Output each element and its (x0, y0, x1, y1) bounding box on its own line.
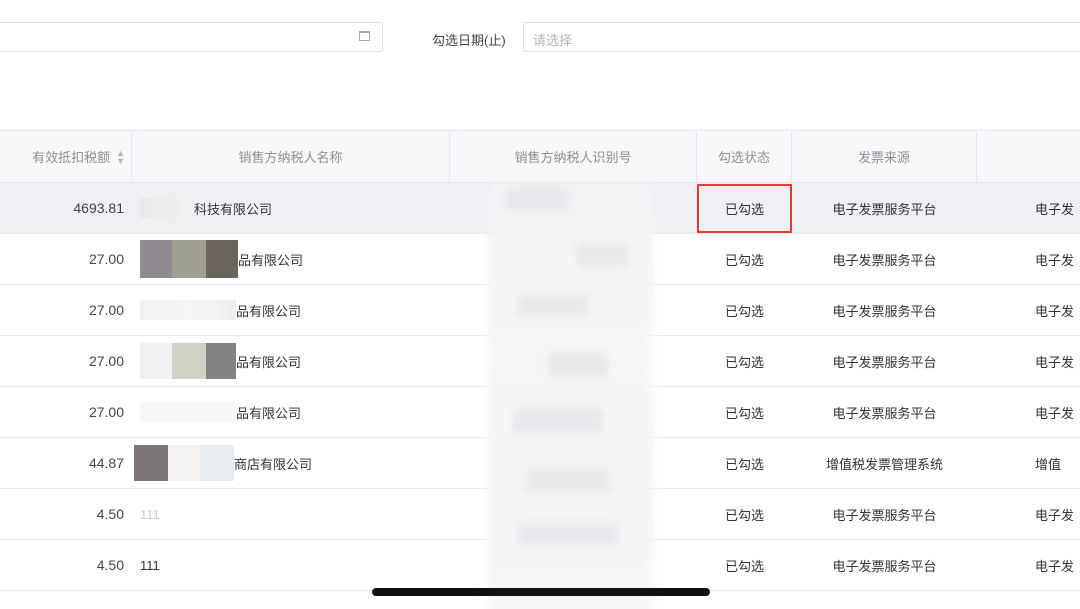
redacted-block (200, 445, 234, 481)
row-amount: 27.00 (88, 251, 124, 267)
row-extra: 电子发 (1035, 252, 1075, 268)
header-seller-name: 销售方纳税人名称 (132, 131, 450, 182)
row-extra: 电子发 (1035, 201, 1075, 217)
row-source: 电子发票服务平台 (832, 354, 937, 370)
row-source: 电子发票服务平台 (832, 558, 937, 574)
row-extra: 电子发 (1035, 405, 1075, 421)
row-seller-name: 111 (132, 489, 450, 539)
redacted-block (140, 198, 194, 218)
row-status: 已勾选 (724, 405, 764, 421)
row-source: 电子发票服务平台 (832, 252, 937, 268)
header-seller-id: 销售方纳税人识别号 (450, 131, 697, 182)
seller-name-text: 品有限公司 (236, 303, 302, 319)
seller-name-text: 品有限公司 (236, 354, 302, 370)
row-seller-name: 品有限公司 (132, 285, 450, 335)
redacted-block (140, 402, 236, 422)
invoice-table: 有效抵扣税额 ▲ ▼ 销售方纳税人名称 销售方纳税人识别号 勾选状态 发票来源 4… (0, 130, 1080, 609)
row-source: 电子发票服务平台 (832, 405, 937, 421)
row-status: 已勾选 (724, 558, 764, 574)
row-status: 已勾选 (724, 507, 764, 523)
header-source-label: 发票来源 (857, 150, 910, 165)
redacted-block (172, 240, 206, 278)
seller-name-text: 科技有限公司 (194, 201, 273, 217)
row-status: 已勾选 (724, 456, 764, 472)
row-source: 电子发票服务平台 (832, 303, 937, 319)
row-seller-name: 111 (132, 540, 450, 590)
redacted-seller-id-mosaic (488, 183, 653, 609)
header-next-column (977, 131, 1080, 182)
row-amount: 27.00 (88, 302, 124, 318)
row-extra: 电子发 (1035, 558, 1075, 574)
check-date-end-placeholder: 请选择 (533, 33, 573, 48)
check-date-end-label: 勾选日期(止) (432, 33, 506, 48)
row-extra: 电子发 (1035, 354, 1075, 370)
header-amount-label: 有效抵扣税额 (32, 150, 111, 165)
row-source: 电子发票服务平台 (832, 201, 937, 217)
row-seller-name: 科技有限公司 (132, 183, 450, 233)
redacted-block (172, 343, 206, 379)
row-amount: 27.00 (88, 353, 124, 369)
calendar-icon[interactable] (359, 31, 370, 41)
row-status: 已勾选 (724, 252, 764, 268)
row-amount: 4.50 (96, 506, 124, 522)
row-seller-name: 品有限公司 (132, 387, 450, 437)
row-extra: 电子发 (1035, 303, 1075, 319)
header-seller-id-label: 销售方纳税人识别号 (514, 150, 632, 165)
redacted-block (134, 445, 168, 481)
header-amount[interactable]: 有效抵扣税额 ▲ ▼ (0, 131, 132, 182)
check-date-end-select[interactable]: 请选择 (523, 22, 1080, 52)
row-seller-name: 品有限公司 (132, 234, 450, 284)
redacted-block (140, 300, 236, 320)
redacted-block (206, 240, 238, 278)
header-status-label: 勾选状态 (717, 150, 770, 165)
row-status: 已勾选 (724, 303, 764, 319)
row-amount: 4693.81 (73, 200, 124, 216)
row-extra: 电子发 (1035, 507, 1075, 523)
seller-name-text: 品有限公司 (238, 252, 304, 268)
row-source: 增值税发票管理系统 (825, 456, 943, 472)
header-seller-name-label: 销售方纳税人名称 (238, 150, 343, 165)
table-header: 有效抵扣税额 ▲ ▼ 销售方纳税人名称 销售方纳税人识别号 勾选状态 发票来源 (0, 131, 1080, 183)
row-status: 已勾选 (724, 354, 764, 370)
home-indicator[interactable] (372, 588, 710, 596)
header-source: 发票来源 (792, 131, 977, 182)
redacted-block (140, 343, 172, 379)
seller-name-text: 111 (140, 506, 160, 522)
seller-name-text: 品有限公司 (236, 405, 302, 421)
redacted-block (140, 240, 172, 278)
header-status: 勾选状态 (697, 131, 792, 182)
row-seller-name: 商店有限公司 (132, 438, 450, 488)
row-seller-name: 品有限公司 (132, 336, 450, 386)
seller-name-text: 111 (140, 557, 160, 573)
sort-icon[interactable]: ▲ ▼ (116, 148, 125, 165)
row-amount: 4.50 (96, 557, 124, 573)
row-amount: 27.00 (88, 404, 124, 420)
row-source: 电子发票服务平台 (832, 507, 937, 523)
invoice-check-page: 勾选日期(止) 请选择 有效抵扣税额 ▲ ▼ 销售方纳税人名称 销售方纳税人识别号… (0, 0, 1080, 609)
seller-name-text: 商店有限公司 (234, 456, 313, 472)
date-range-input[interactable] (0, 22, 383, 52)
row-amount: 44.87 (88, 455, 124, 471)
redacted-block (206, 343, 236, 379)
row-status: 已勾选 (724, 201, 764, 217)
redacted-block (168, 445, 200, 481)
row-extra: 增值 (1035, 456, 1062, 472)
